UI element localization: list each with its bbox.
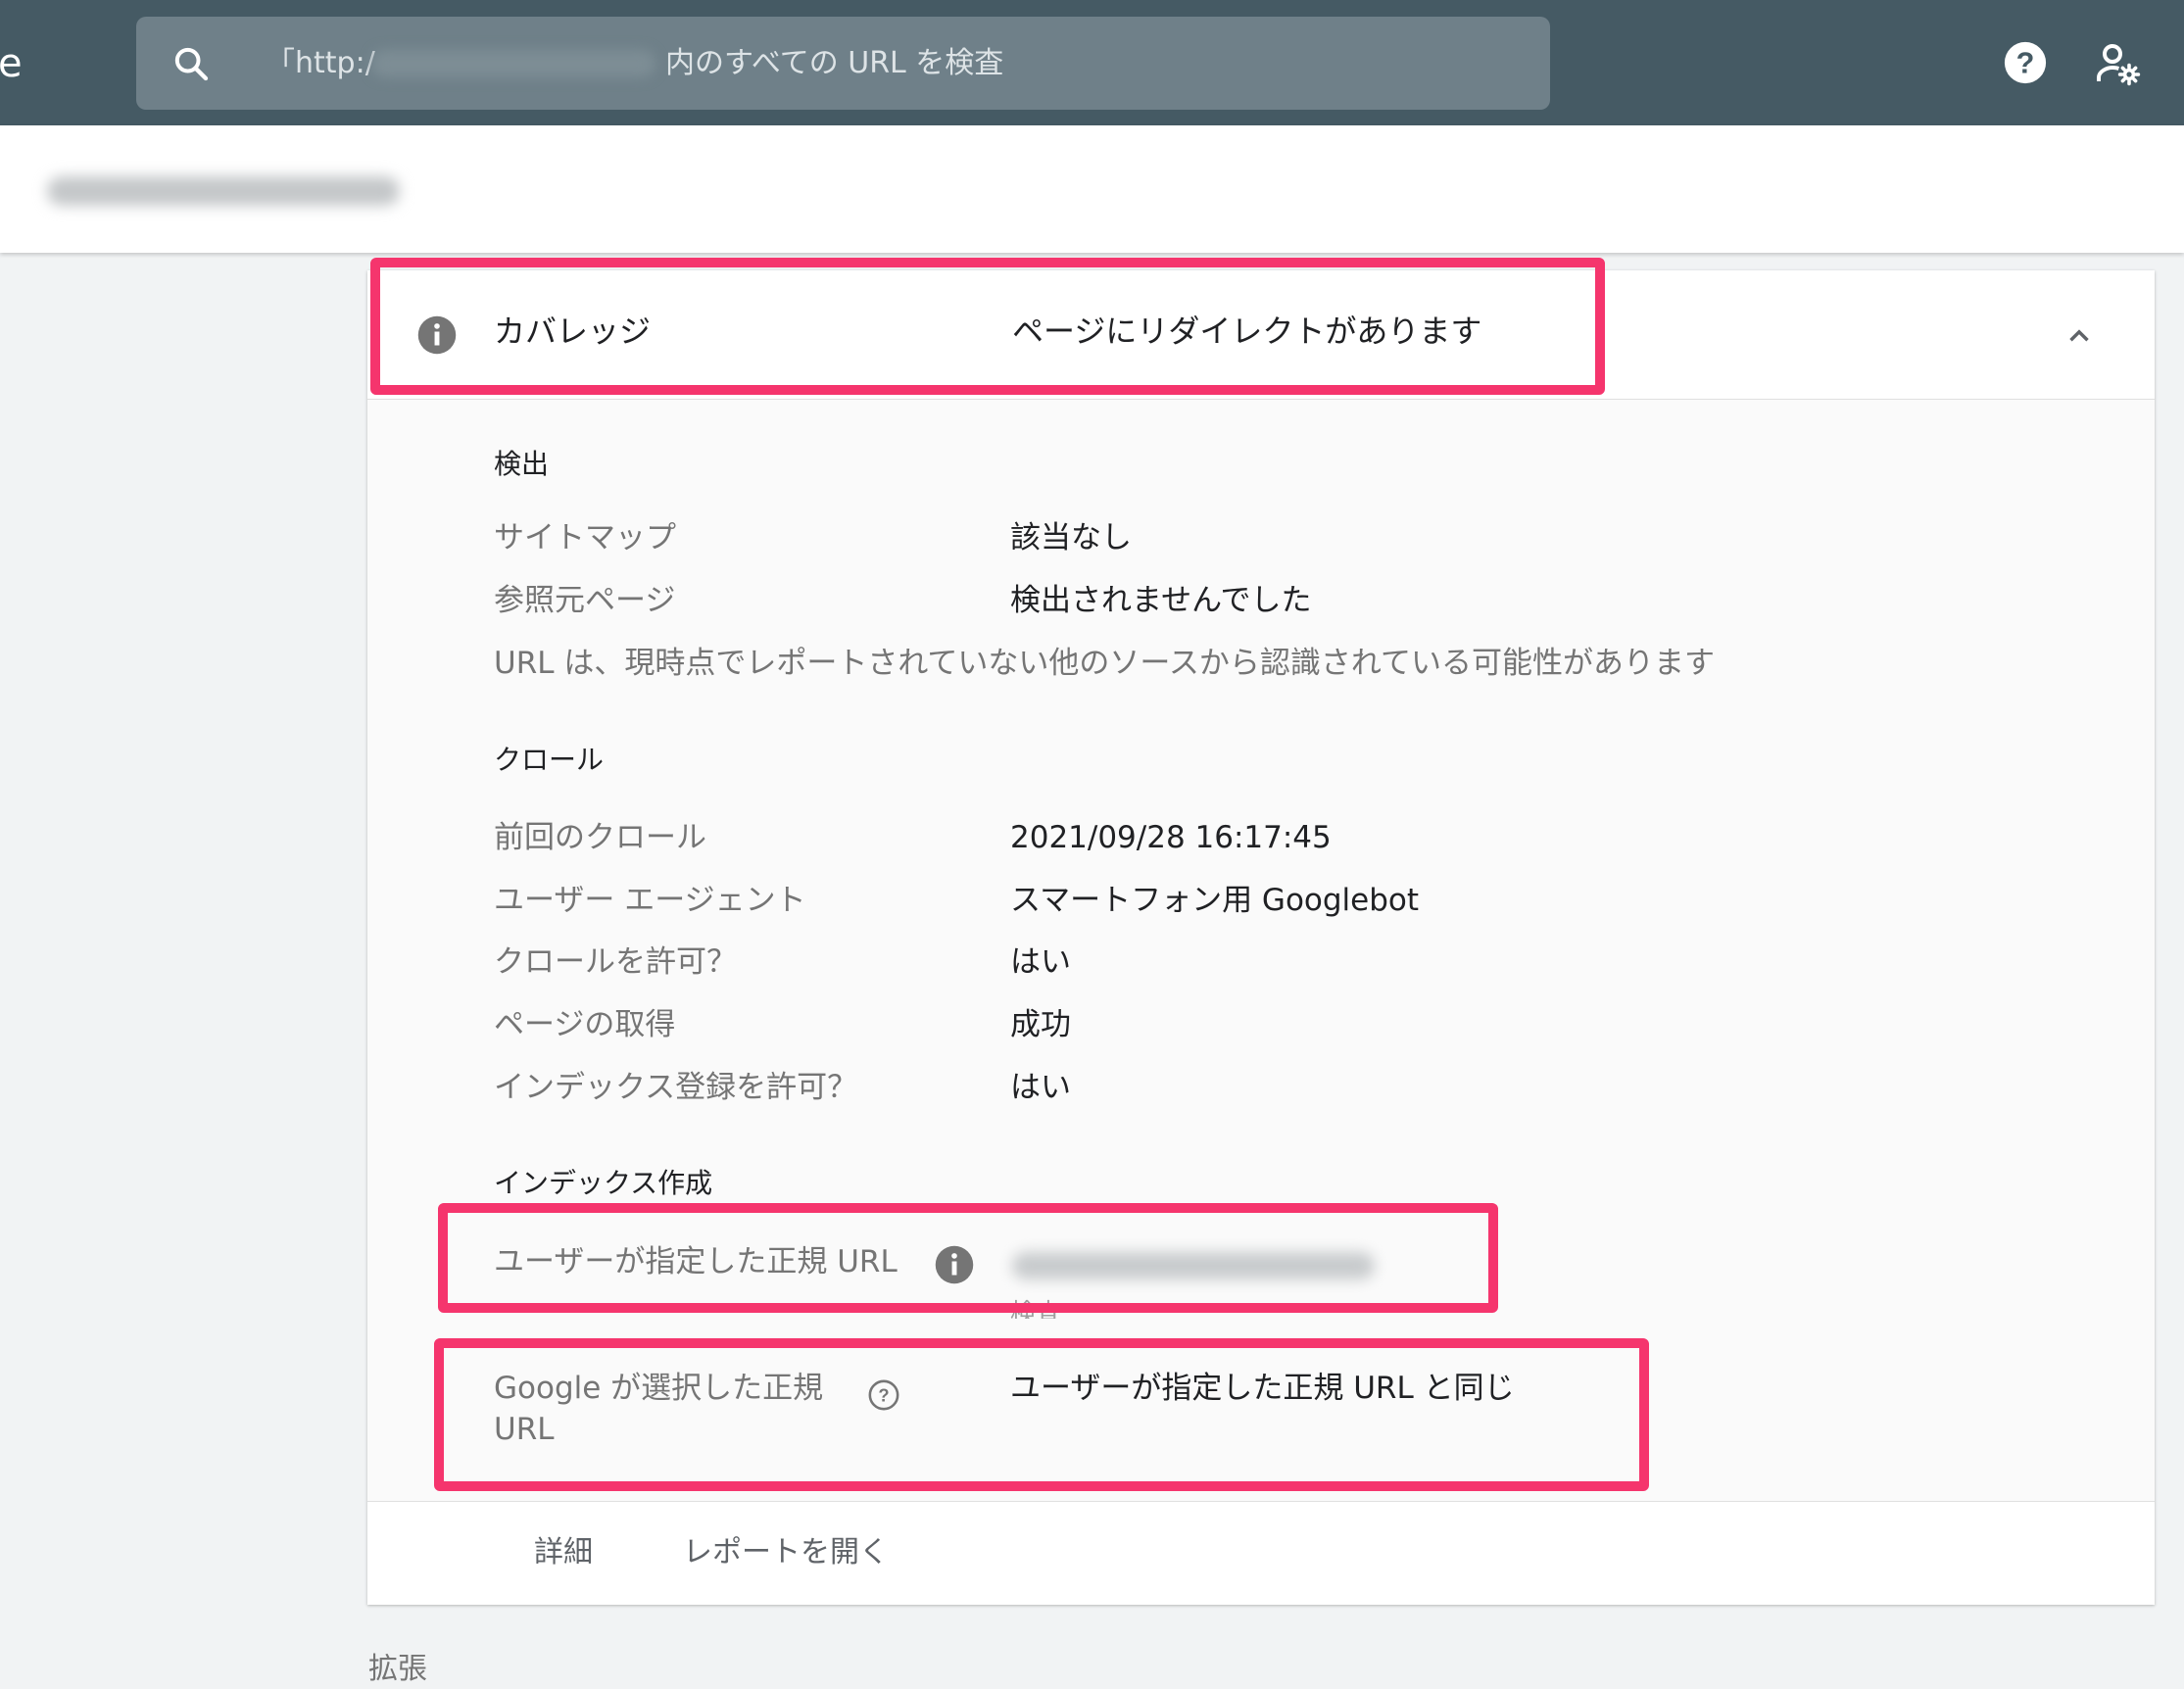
crawl-allowed-value: はい: [1010, 944, 1071, 980]
url-inspection-search-bar[interactable]: 「http:/ 内のすべての URL を検査: [136, 17, 1550, 110]
enhancements-section-title: 拡張: [368, 1652, 427, 1686]
inspected-url-bar: [0, 125, 2184, 253]
sitemap-label: サイトマップ: [494, 520, 676, 555]
section-title-discovery: 検出: [494, 448, 550, 480]
open-report-button[interactable]: レポートを開く: [683, 1531, 889, 1574]
section-title-indexing: インデックス作成: [494, 1167, 713, 1199]
help-icon[interactable]: ?: [2003, 40, 2048, 85]
last-crawl-value: 2021/09/28 16:17:45: [1010, 820, 1332, 855]
redacted-property-url: [371, 50, 655, 77]
referring-page-label: 参照元ページ: [494, 583, 676, 618]
page-fetch-value: 成功: [1010, 1007, 1071, 1042]
sitemap-value: 該当なし: [1010, 520, 1132, 555]
user-agent-label: ユーザー エージェント: [494, 883, 806, 918]
highlight-box-coverage: [370, 258, 1605, 395]
svg-text:?: ?: [2016, 47, 2035, 80]
search-placeholder-suffix: 内のすべての URL を検査: [665, 46, 1004, 80]
highlight-box-user-canonical: [438, 1203, 1498, 1313]
search-placeholder-prefix: 「http:/: [266, 46, 375, 80]
user-agent-value: スマートフォン用 Googlebot: [1010, 883, 1420, 918]
crawl-allowed-label: クロールを許可？: [494, 944, 737, 980]
admin-settings-icon[interactable]: [2095, 40, 2142, 87]
section-title-crawl: クロール: [494, 744, 605, 776]
redacted-inspected-url: [47, 176, 400, 206]
search-icon[interactable]: [171, 44, 211, 83]
referring-page-value: 検出されませんでした: [1010, 583, 1312, 618]
card-footer: 詳細 レポートを開く: [367, 1501, 2155, 1605]
indexing-allowed-label: インデックス登録を許可？: [494, 1070, 858, 1105]
last-crawl-label: 前回のクロール: [494, 820, 706, 855]
indexing-allowed-value: はい: [1010, 1070, 1071, 1105]
details-button[interactable]: 詳細: [534, 1531, 593, 1574]
highlight-box-google-canonical: [434, 1338, 1649, 1491]
product-name-fragment: e: [0, 41, 23, 86]
discovery-note: URL は、現時点でレポートされていない他のソースから認識されている可能性があり…: [494, 646, 1715, 681]
top-app-bar: e 「http:/ 内のすべての URL を検査 ?: [0, 0, 2184, 125]
page-fetch-label: ページの取得: [494, 1007, 676, 1042]
chevron-up-icon[interactable]: [2063, 319, 2096, 353]
